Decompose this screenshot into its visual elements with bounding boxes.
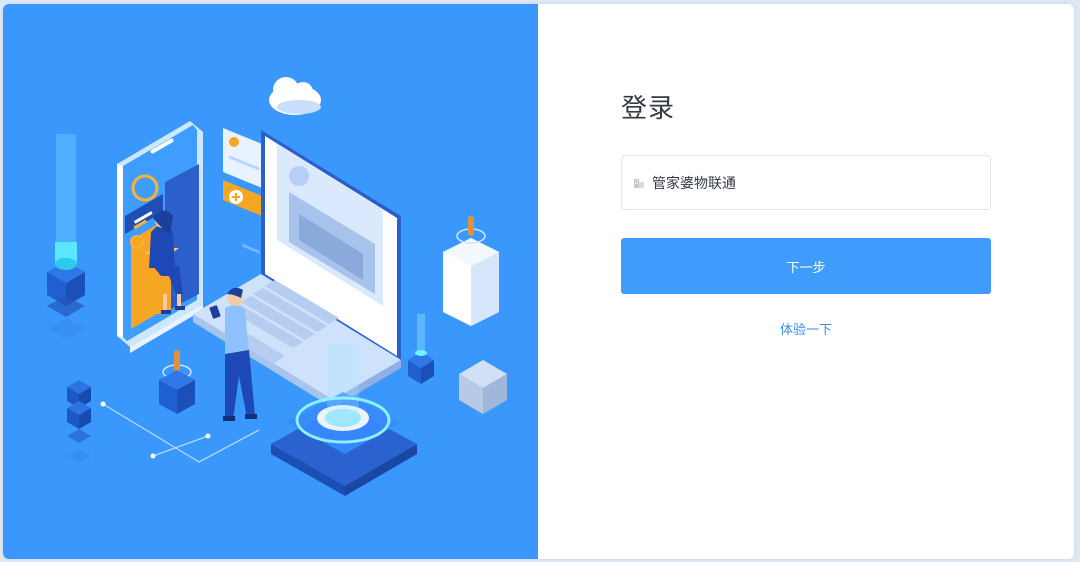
company-input[interactable] — [652, 174, 972, 191]
illustration-panel — [3, 4, 538, 559]
company-field[interactable] — [621, 155, 991, 210]
left-pillar — [47, 134, 85, 339]
right-pillar — [408, 314, 434, 384]
login-window: 登录 下一步 体验一下 — [3, 4, 1074, 559]
login-title: 登录 — [621, 94, 676, 124]
building-icon — [632, 176, 646, 190]
login-panel: 登录 下一步 体验一下 — [538, 4, 1074, 559]
right-cylinder — [443, 216, 499, 326]
next-step-button[interactable]: 下一步 — [621, 238, 991, 294]
iot-illustration — [47, 77, 507, 496]
stacked-cubes — [67, 380, 91, 463]
cloud-icon — [269, 77, 321, 115]
try-it-link[interactable]: 体验一下 — [621, 319, 991, 338]
left-pin-pillar — [159, 350, 195, 414]
gray-cube — [459, 360, 507, 414]
